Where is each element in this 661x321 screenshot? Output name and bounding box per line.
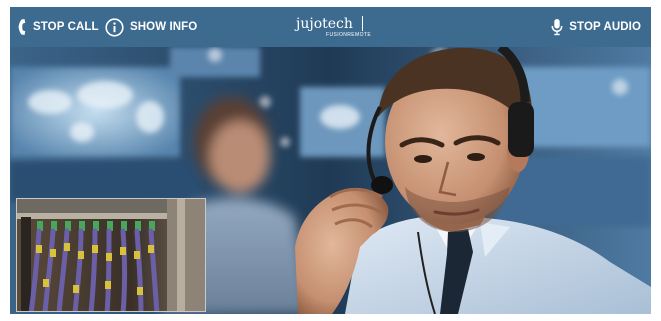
remote-video-feed [10,47,651,314]
phone-icon [17,18,33,36]
stop-audio-button[interactable]: STOP AUDIO [551,7,641,47]
remote-session-window: STOP CALL SHOW INFO jujotech FUSIONREMOT… [10,7,651,314]
logo-wordmark: jujotech [296,16,353,32]
logo-divider [362,16,363,31]
jujotech-logo: jujotech FUSIONREMOTE [296,15,396,41]
logo-subtitle: FUSIONREMOTE [326,32,372,38]
server-cabling-inset-frame [17,199,205,311]
microphone-icon [551,18,569,36]
show-info-label: SHOW INFO [130,21,198,33]
camera-inset-view[interactable] [16,198,206,312]
show-info-button[interactable]: SHOW INFO [105,7,197,47]
stop-call-button[interactable]: STOP CALL [17,7,99,47]
stop-call-label: STOP CALL [33,21,99,33]
stop-audio-label: STOP AUDIO [569,21,641,33]
info-icon [105,17,130,37]
call-toolbar: STOP CALL SHOW INFO jujotech FUSIONREMOT… [10,7,651,47]
